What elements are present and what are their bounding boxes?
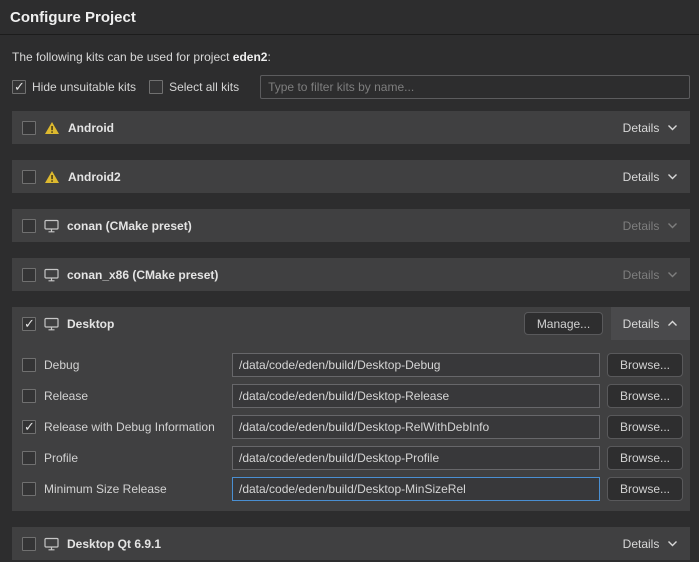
build-config-row-relwithdebinfo: Release with Debug Information Browse... [12,415,690,439]
kit-row-android[interactable]: Android Details [12,111,690,144]
kit-name: Desktop Qt 6.9.1 [67,537,161,551]
kit-name: Android [68,121,114,135]
warning-icon [44,170,60,184]
details-button: Details [611,258,690,291]
kit-checkbox[interactable] [22,317,36,331]
kit-name: conan (CMake preset) [67,219,192,233]
kit-list: Android Details Android2 Details [12,111,690,560]
kit-row-conan[interactable]: conan (CMake preset) Details [12,209,690,242]
browse-button[interactable]: Browse... [607,477,683,501]
details-button: Details [611,209,690,242]
kit-row-desktop-qt[interactable]: Desktop Qt 6.9.1 Details [12,527,690,560]
browse-button[interactable]: Browse... [607,446,683,470]
browse-button[interactable]: Browse... [607,415,683,439]
build-dir-input[interactable] [232,384,600,408]
build-dir-input[interactable] [232,415,600,439]
warning-icon [44,121,60,135]
details-label: Details [623,170,660,184]
desktop-icon [44,268,59,282]
details-button[interactable]: Details [611,307,690,340]
project-name: eden2 [233,50,268,64]
details-label: Details [623,219,660,233]
select-all-checkbox[interactable]: Select all kits [149,80,239,94]
chevron-down-icon [667,124,678,131]
chevron-down-icon [667,222,678,229]
build-dir-input[interactable] [232,446,600,470]
select-all-label: Select all kits [169,80,239,94]
config-label: Release [44,389,232,403]
kit-panel-desktop: Desktop Manage... Details Debug Browse..… [12,307,690,511]
desktop-icon [44,537,59,551]
kit-name: conan_x86 (CMake preset) [67,268,218,282]
hide-unsuitable-checkbox[interactable]: Hide unsuitable kits [12,80,136,94]
chevron-down-icon [667,540,678,547]
select-all-checkbox-box[interactable] [149,80,163,94]
kit-row-android2[interactable]: Android2 Details [12,160,690,193]
details-button[interactable]: Details [611,111,690,144]
page-title: Configure Project [0,0,699,34]
config-label: Release with Debug Information [44,420,232,434]
build-config-row-minsizerel: Minimum Size Release Browse... [12,477,690,501]
title-divider [0,34,699,35]
intro-prefix: The following kits can be used for proje… [12,50,233,64]
kit-row-desktop[interactable]: Desktop Manage... Details [12,307,690,340]
kit-row-conan-x86[interactable]: conan_x86 (CMake preset) Details [12,258,690,291]
config-label: Profile [44,451,232,465]
kit-checkbox[interactable] [22,268,36,282]
config-checkbox[interactable] [22,482,36,496]
browse-button[interactable]: Browse... [607,384,683,408]
details-label: Details [623,268,660,282]
build-config-row-debug: Debug Browse... [12,353,690,377]
config-checkbox[interactable] [22,358,36,372]
build-config-row-profile: Profile Browse... [12,446,690,470]
kit-checkbox[interactable] [22,219,36,233]
chevron-down-icon [667,173,678,180]
kit-name: Desktop [67,317,114,331]
config-label: Minimum Size Release [44,482,232,496]
intro-suffix: : [267,50,270,64]
config-checkbox[interactable] [22,420,36,434]
hide-unsuitable-label: Hide unsuitable kits [32,80,136,94]
kit-checkbox[interactable] [22,121,36,135]
desktop-icon [44,317,59,331]
details-label: Details [623,537,660,551]
kit-checkbox[interactable] [22,170,36,184]
build-dir-input[interactable] [232,353,600,377]
browse-button[interactable]: Browse... [607,353,683,377]
details-button[interactable]: Details [611,160,690,193]
chevron-down-icon [667,271,678,278]
manage-button[interactable]: Manage... [524,312,603,335]
details-label: Details [623,317,660,331]
details-button[interactable]: Details [611,527,690,560]
chevron-up-icon [667,320,678,327]
details-label: Details [623,121,660,135]
kit-name: Android2 [68,170,121,184]
config-checkbox[interactable] [22,451,36,465]
intro-text: The following kits can be used for proje… [12,50,690,64]
build-dir-input[interactable] [232,477,600,501]
config-label: Debug [44,358,232,372]
kit-checkbox[interactable] [22,537,36,551]
filter-toolbar: Hide unsuitable kits Select all kits [12,75,690,99]
hide-unsuitable-checkbox-box[interactable] [12,80,26,94]
desktop-icon [44,219,59,233]
kit-filter-input[interactable] [260,75,690,99]
config-checkbox[interactable] [22,389,36,403]
build-config-row-release: Release Browse... [12,384,690,408]
